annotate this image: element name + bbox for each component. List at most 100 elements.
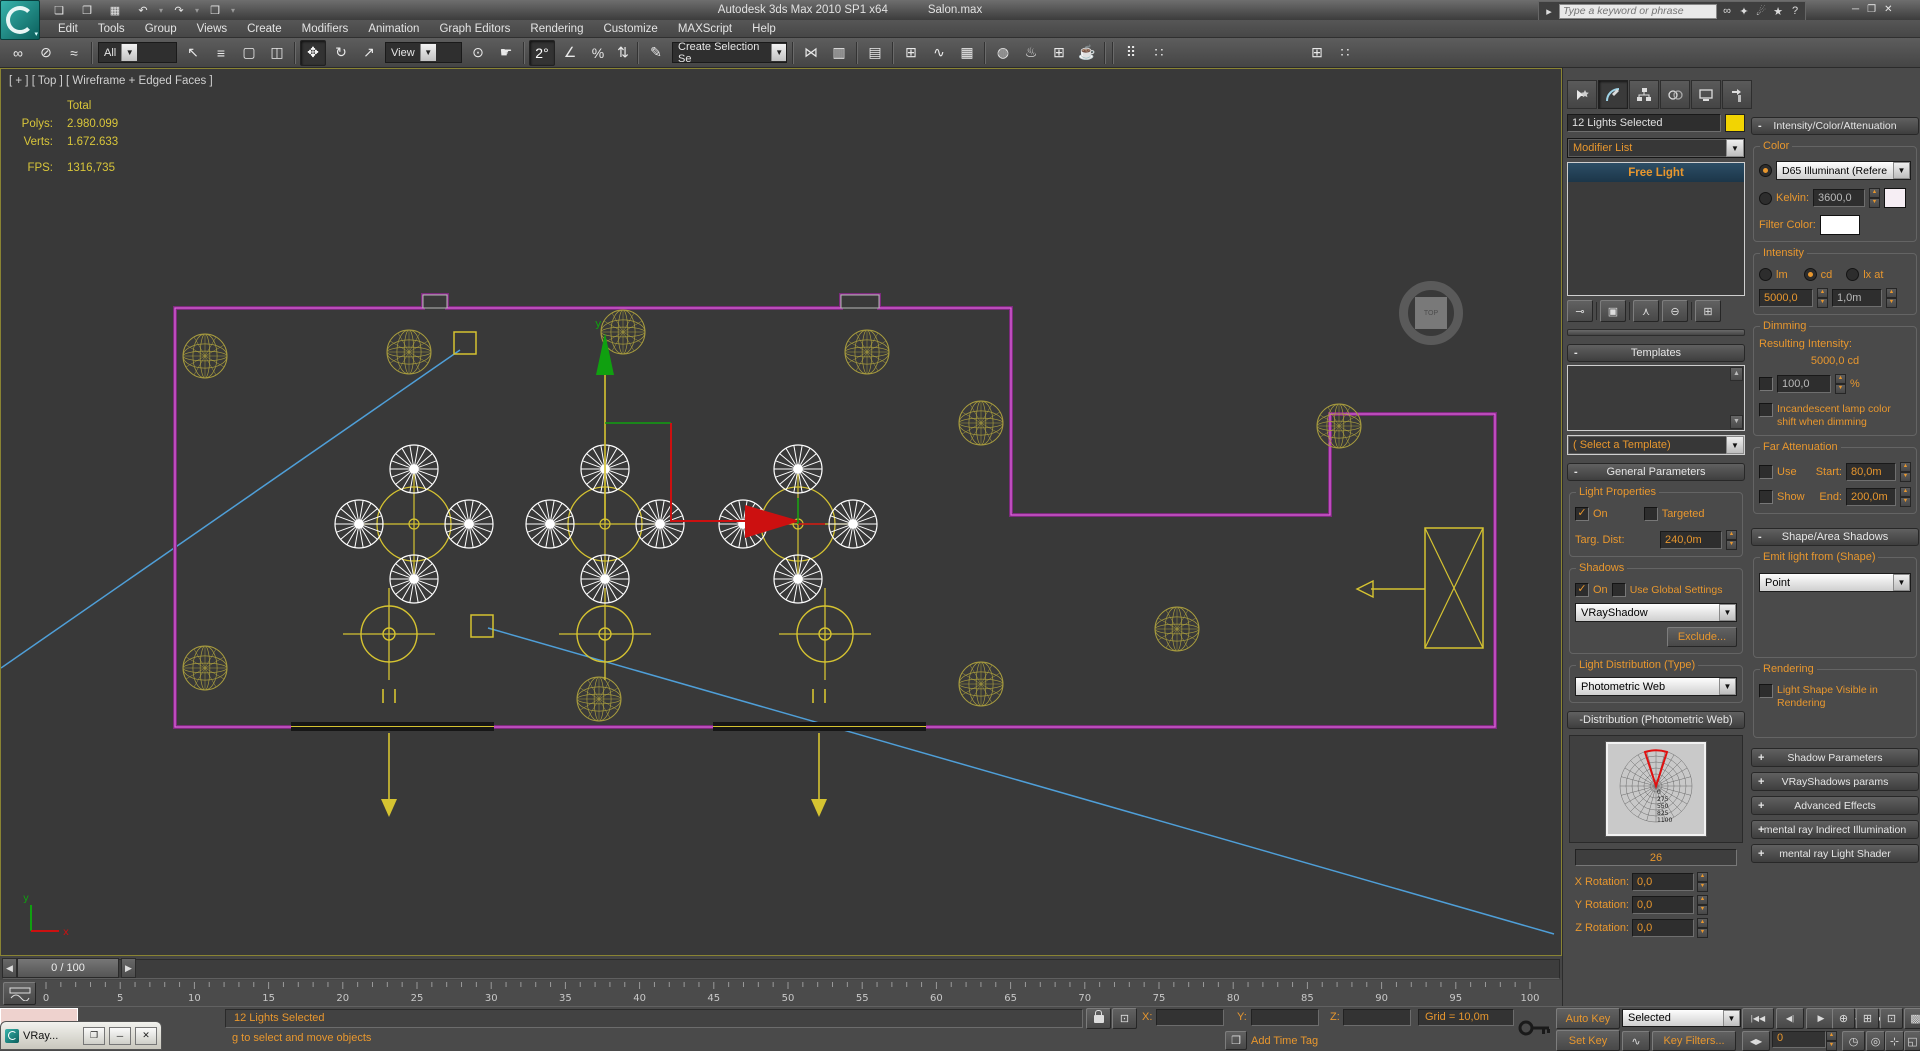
remove-modifier-icon[interactable]: ⊖: [1662, 300, 1688, 322]
object-name-field[interactable]: 12 Lights Selected: [1567, 114, 1721, 132]
undo-button[interactable]: ↶: [130, 1, 156, 19]
select-by-name-icon[interactable]: ≡: [208, 40, 234, 66]
light-on-checkbox[interactable]: ✓: [1575, 507, 1589, 521]
dimming-checkbox[interactable]: [1759, 377, 1773, 391]
percent-snap-icon[interactable]: %: [585, 40, 611, 66]
object-color-swatch[interactable]: [1725, 114, 1745, 132]
y-rotation-spinner[interactable]: ▲ ▼: [1697, 895, 1708, 915]
reference-coordinate-dropdown[interactable]: View ▼: [385, 42, 462, 63]
kelvin-field[interactable]: 3600,0: [1813, 189, 1866, 207]
dropdown-arrow-icon[interactable]: ▼: [121, 44, 138, 61]
restore-button[interactable]: ❐: [1867, 4, 1876, 15]
lx-radio[interactable]: [1846, 268, 1860, 281]
dropdown-arrow-icon[interactable]: ▼: [1719, 678, 1736, 695]
far-show-checkbox[interactable]: [1759, 490, 1773, 504]
far-end-field[interactable]: 200,0m: [1846, 488, 1896, 506]
key-step-mode-icon[interactable]: ◀▶: [1742, 1031, 1770, 1051]
time-tag-cube-icon[interactable]: ❒: [1225, 1031, 1247, 1050]
incandescent-checkbox[interactable]: [1759, 403, 1773, 417]
intensity-value-field[interactable]: 5000,0: [1759, 289, 1813, 307]
mirror-icon[interactable]: ⋈: [798, 40, 824, 66]
menu-edit[interactable]: Edit: [48, 22, 88, 36]
menu-group[interactable]: Group: [135, 22, 187, 36]
kelvin-color-swatch[interactable]: [1884, 188, 1907, 208]
rollout-intensity-color-attenuation[interactable]: - Intensity/Color/Attenuation: [1751, 117, 1919, 135]
tab-hierarchy[interactable]: [1629, 80, 1659, 109]
target-distance-spinner[interactable]: ▲ ▼: [1726, 530, 1737, 550]
far-end-spinner[interactable]: ▲ ▼: [1900, 487, 1911, 507]
modifier-stack[interactable]: Free Light: [1567, 162, 1745, 296]
tab-motion[interactable]: [1660, 80, 1690, 109]
templates-scrollbar[interactable]: ▲ ▼: [1730, 367, 1743, 429]
templates-list[interactable]: ▲ ▼: [1567, 365, 1745, 431]
time-configuration-icon[interactable]: ◷: [1842, 1031, 1865, 1051]
select-template-dropdown[interactable]: ( Select a Template) ▼: [1567, 435, 1745, 455]
intensity-spinner[interactable]: ▲ ▼: [1817, 288, 1828, 308]
render-setup-icon[interactable]: ♨: [1018, 40, 1044, 66]
save-file-button[interactable]: ▦: [102, 1, 128, 19]
snaps-grid-icon[interactable]: ∷: [1146, 40, 1172, 66]
open-file-button[interactable]: ❐: [74, 1, 100, 19]
favorites-star-icon[interactable]: ★: [1771, 5, 1785, 18]
vray-close-icon[interactable]: ✕: [135, 1026, 157, 1045]
vray-restore-icon[interactable]: ❐: [83, 1026, 105, 1045]
key-filters-button[interactable]: Key Filters...: [1652, 1031, 1736, 1051]
3dsmax-logo-button[interactable]: ▾: [0, 0, 40, 40]
select-and-move-icon[interactable]: ✥: [300, 39, 326, 66]
distribution-type-dropdown[interactable]: Photometric Web ▼: [1575, 677, 1737, 696]
time-slider-next-icon[interactable]: ▶: [121, 958, 136, 978]
cd-radio[interactable]: [1803, 268, 1817, 281]
shadows-on-checkbox[interactable]: ✓: [1575, 583, 1589, 597]
rollout-mental-ray-light-shader[interactable]: + mental ray Light Shader: [1751, 844, 1919, 863]
align-icon[interactable]: ▥: [826, 40, 852, 66]
vray-minimize-icon[interactable]: ─: [109, 1026, 131, 1045]
scroll-down-icon[interactable]: ▼: [1730, 415, 1743, 429]
far-start-field[interactable]: 80,0m: [1846, 463, 1896, 481]
x-rotation-spinner[interactable]: ▲ ▼: [1697, 872, 1708, 892]
select-and-rotate-icon[interactable]: ↻: [328, 40, 354, 66]
time-slider-prev-icon[interactable]: ◀: [2, 958, 17, 978]
kelvin-radio[interactable]: [1759, 191, 1772, 205]
selection-filter-dropdown[interactable]: All ▼: [98, 42, 177, 63]
use-global-settings-checkbox[interactable]: [1611, 583, 1626, 597]
mini-curve-editor-icon[interactable]: [3, 982, 36, 1005]
unlink-selection-icon[interactable]: ⊘: [33, 40, 59, 66]
far-start-spinner[interactable]: ▲ ▼: [1900, 462, 1911, 482]
key-mode-toggle-icon[interactable]: ∿: [1622, 1031, 1650, 1051]
use-pivot-center-icon[interactable]: ⊙: [465, 40, 491, 66]
pan-hand-icon[interactable]: ⊹: [1885, 1031, 1904, 1051]
add-time-tag[interactable]: Add Time Tag: [1251, 1035, 1318, 1047]
menu-graph-editors[interactable]: Graph Editors: [429, 22, 520, 36]
z-coordinate-field[interactable]: [1343, 1009, 1411, 1026]
target-distance-field[interactable]: 240,0m: [1660, 531, 1722, 549]
targeted-checkbox[interactable]: [1643, 507, 1658, 521]
close-button[interactable]: ✕: [1884, 4, 1892, 15]
viewcube[interactable]: TOP: [1399, 281, 1463, 345]
tab-modify[interactable]: [1598, 80, 1628, 109]
z-rotation-spinner[interactable]: ▲ ▼: [1697, 918, 1708, 938]
rendered-frame-window-icon[interactable]: ⊞: [1046, 40, 1072, 66]
zoom-icon[interactable]: ⊕: [1832, 1008, 1855, 1029]
viewport-label[interactable]: [ + ] [ Top ] [ Wireframe + Edged Faces …: [9, 75, 213, 87]
modifier-list-dropdown[interactable]: Modifier List ▼: [1567, 138, 1745, 158]
dimming-percent-field[interactable]: 100,0: [1777, 375, 1831, 393]
rollout-general-parameters[interactable]: - General Parameters: [1567, 463, 1745, 481]
set-key-button[interactable]: Set Key: [1556, 1030, 1620, 1051]
spinner-snap-icon[interactable]: ⇅: [613, 40, 633, 66]
lx-distance-field[interactable]: 1,0m: [1832, 289, 1882, 307]
menu-help[interactable]: Help: [742, 22, 786, 36]
rollout-shadow-parameters[interactable]: + Shadow Parameters: [1751, 748, 1919, 767]
maximize-viewport-icon[interactable]: ◱: [1904, 1031, 1920, 1051]
bind-to-spacewarp-icon[interactable]: ≈: [61, 40, 87, 66]
track-bar-ruler[interactable]: 0 5 10 15 20 25 30 35 40 45 50 55 60 65 70 75 80 85 90 95 10…: [38, 980, 1558, 1006]
viewport-canvas[interactable]: y x y: [0, 69, 1559, 953]
filter-color-swatch[interactable]: [1819, 215, 1860, 235]
shadow-type-dropdown[interactable]: VRayShadow ▼: [1575, 603, 1737, 622]
extras-toolbar-icon[interactable]: ⊞: [1304, 40, 1330, 66]
dropdown-arrow-icon[interactable]: ▼: [1719, 604, 1736, 621]
auto-key-button[interactable]: Auto Key: [1556, 1008, 1620, 1029]
x-coordinate-field[interactable]: [1156, 1009, 1224, 1026]
light-shape-visible-checkbox[interactable]: [1759, 684, 1773, 698]
stack-item-free-light[interactable]: Free Light: [1568, 163, 1744, 182]
rollout-advanced-effects[interactable]: + Advanced Effects: [1751, 796, 1919, 815]
